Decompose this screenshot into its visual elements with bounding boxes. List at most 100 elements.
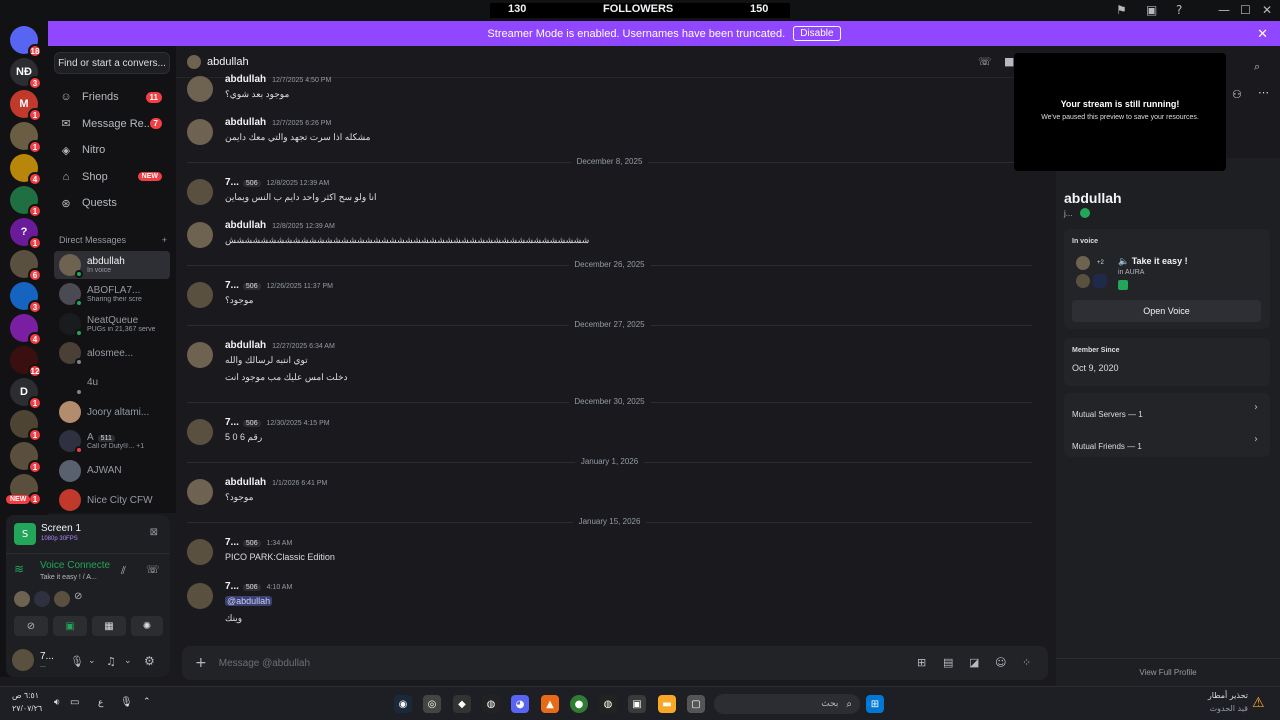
folder-icon[interactable]: ▬: [658, 695, 676, 713]
message-avatar[interactable]: [187, 282, 213, 308]
find-conversation-button[interactable]: Find or start a convers...: [54, 52, 170, 74]
clock-time[interactable]: ٦:٥١ ص: [12, 691, 39, 700]
obs-icon[interactable]: ◍: [599, 695, 617, 713]
headphones-icon[interactable]: ♫: [106, 655, 116, 668]
server-icon[interactable]: 3: [10, 282, 42, 314]
emoji-icon[interactable]: ☺: [995, 656, 1006, 669]
view-full-profile-link[interactable]: View Full Profile: [1056, 668, 1280, 677]
chevron-down-icon[interactable]: ⌄: [124, 656, 132, 666]
dm-item[interactable]: abdullah In voice: [54, 251, 170, 279]
help-icon[interactable]: ?: [1176, 3, 1182, 17]
stop-stream-icon[interactable]: ⊠: [150, 527, 158, 538]
close-button[interactable]: ✕: [1262, 3, 1272, 17]
add-attachment-icon[interactable]: +: [195, 655, 207, 671]
server-icon[interactable]: 18: [10, 26, 42, 58]
voice-user-avatar[interactable]: [14, 591, 30, 607]
discord-icon[interactable]: ◕: [511, 695, 529, 713]
message-avatar[interactable]: [187, 539, 213, 565]
nav-item-message-re-[interactable]: ✉ Message Re... 7: [54, 112, 170, 136]
dm-item[interactable]: AJWAN: [54, 457, 170, 485]
disable-button[interactable]: Disable: [793, 26, 841, 41]
start-icon[interactable]: ⊞: [866, 695, 884, 713]
server-icon[interactable]: 4: [10, 154, 42, 186]
add-dm-icon[interactable]: +: [162, 235, 167, 245]
message-avatar[interactable]: [187, 222, 213, 248]
activities-button[interactable]: ▦: [92, 616, 126, 636]
dm-item[interactable]: NeatQueue PUGs in 21,367 serve: [54, 310, 170, 338]
server-icon[interactable]: 1: [10, 122, 42, 154]
gif-icon[interactable]: ▤: [943, 656, 953, 669]
voice-connected-label[interactable]: Voice Connecte: [40, 560, 110, 571]
user-avatar[interactable]: [12, 649, 34, 671]
server-icon[interactable]: 6: [10, 250, 42, 282]
chrome-icon[interactable]: ●: [570, 695, 588, 713]
dm-item[interactable]: ABOFLA7... Sharing their scre: [54, 280, 170, 308]
user-name[interactable]: 7...: [40, 651, 54, 662]
camera-off-button[interactable]: ⊘: [14, 616, 48, 636]
soundboard-button[interactable]: ✺: [131, 616, 163, 636]
message-author[interactable]: abdullah: [225, 117, 266, 128]
add-friend-icon[interactable]: ⚇: [1232, 88, 1242, 101]
obs-icon[interactable]: ◍: [482, 695, 500, 713]
message-avatar[interactable]: [187, 419, 213, 445]
server-icon[interactable]: D1: [10, 378, 42, 410]
message-composer[interactable]: + Message @abdullah ⊞ ▤ ◪ ☺ ⁘: [182, 646, 1048, 680]
message-author[interactable]: abdullah: [225, 340, 266, 351]
clan-tag[interactable]: 506: [242, 420, 261, 427]
nav-item-quests[interactable]: ⊛ Quests: [54, 191, 170, 215]
nav-item-friends[interactable]: ☺ Friends 11: [54, 85, 170, 109]
screen-share-icon[interactable]: ▣: [1146, 3, 1157, 17]
app-icon[interactable]: ▢: [687, 695, 705, 713]
mutual-servers-row[interactable]: Mutual Servers — 1 ›: [1072, 402, 1262, 419]
dm-item[interactable]: A 511 Call of Duty®... +1: [54, 427, 170, 455]
microphone-icon[interactable]: 🎙︎: [70, 655, 84, 668]
more-icon[interactable]: ⋯: [1258, 86, 1269, 99]
app-icon[interactable]: ◆: [453, 695, 471, 713]
app-icon[interactable]: ▲: [541, 695, 559, 713]
open-voice-button[interactable]: Open Voice: [1072, 300, 1261, 322]
clan-tag[interactable]: 506: [242, 540, 261, 547]
inbox-icon[interactable]: ⚑: [1116, 3, 1127, 17]
app-icon[interactable]: ◎: [423, 695, 441, 713]
clan-tag[interactable]: 506: [242, 584, 261, 591]
sticker-icon[interactable]: ◪: [969, 656, 979, 669]
voice-user-avatar[interactable]: [54, 591, 70, 607]
message-author[interactable]: abdullah: [225, 477, 266, 488]
server-icon[interactable]: 4: [10, 314, 42, 346]
video-icon[interactable]: ■: [1004, 55, 1014, 68]
disconnect-icon[interactable]: ☏: [146, 563, 160, 576]
message-author[interactable]: 7...: [225, 537, 239, 548]
message-avatar[interactable]: [187, 119, 213, 145]
server-icon[interactable]: 12: [10, 346, 42, 378]
message-avatar[interactable]: [187, 179, 213, 205]
voice-user-avatar[interactable]: [34, 591, 50, 607]
voice-channel-label[interactable]: Take it easy ! / A...: [40, 574, 97, 581]
chat-header-name[interactable]: abdullah: [207, 56, 249, 68]
network-icon[interactable]: ▭: [70, 697, 79, 708]
mutual-friends-row[interactable]: Mutual Friends — 1 ›: [1072, 434, 1262, 451]
close-icon[interactable]: ✕: [1257, 26, 1268, 42]
message-author[interactable]: 7...: [225, 177, 239, 188]
server-icon[interactable]: NĐ 3: [10, 58, 42, 90]
minimize-button[interactable]: —: [1218, 3, 1230, 17]
call-icon[interactable]: ☏: [978, 55, 992, 68]
weather-subtitle[interactable]: قيد الحدوث: [1200, 704, 1248, 713]
message-author[interactable]: abdullah: [225, 220, 266, 231]
screen-share-button[interactable]: ▣: [53, 616, 87, 636]
message-avatar[interactable]: [187, 583, 213, 609]
message-author[interactable]: abdullah: [225, 74, 266, 85]
message-author[interactable]: 7...: [225, 417, 239, 428]
message-avatar[interactable]: [187, 342, 213, 368]
message-author[interactable]: 7...: [225, 280, 239, 291]
store-icon[interactable]: ▣: [628, 695, 646, 713]
gear-icon[interactable]: ⚙: [144, 654, 155, 668]
clan-tag[interactable]: 506: [242, 180, 261, 187]
chevron-down-icon[interactable]: ⌄: [88, 656, 96, 666]
message-avatar[interactable]: [187, 76, 213, 102]
weather-warning-icon[interactable]: ⚠: [1252, 695, 1265, 711]
clock-date[interactable]: ٢٧/٠٧/٢٦: [12, 704, 42, 713]
microphone-icon[interactable]: 🎙︎: [120, 697, 133, 708]
language-indicator[interactable]: ع: [98, 697, 103, 708]
dm-item[interactable]: Nice City CFW: [54, 486, 170, 514]
apps-icon[interactable]: ⁘: [1022, 656, 1031, 669]
